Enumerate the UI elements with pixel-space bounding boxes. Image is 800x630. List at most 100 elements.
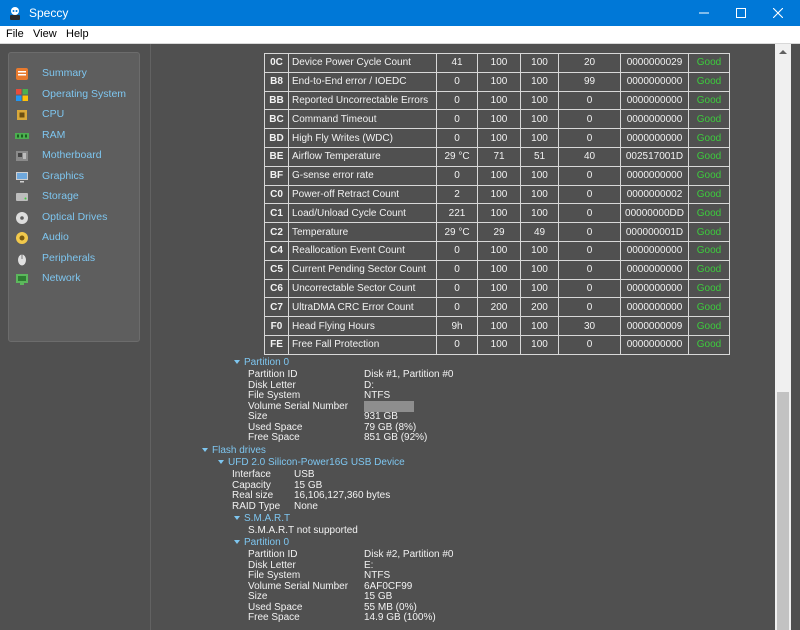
- maximize-button[interactable]: [723, 0, 760, 26]
- sidebar-item-optical-drives[interactable]: Optical Drives: [15, 209, 135, 227]
- volume-serial-label: Volume Serial Number: [248, 580, 349, 592]
- flash-drives-heading[interactable]: Flash drives: [202, 445, 266, 456]
- table-row: C6 Uncorrectable Sector Count 0 100 100 0 0000…: [264, 278, 730, 299]
- smart-worst-value: 100: [477, 53, 521, 73]
- smart-attribute-id: C4: [264, 240, 289, 261]
- smart-attribute-id: C0: [264, 184, 289, 205]
- table-row: C7 UltraDMA CRC Error Count 0 200 200 0 000000…: [264, 297, 730, 318]
- minimize-button[interactable]: [686, 0, 723, 26]
- smart-status: Good: [688, 109, 730, 130]
- table-row: BC Command Timeout 0 100 100 0 0000000000 Good: [264, 109, 730, 130]
- sidebar-item-cpu[interactable]: CPU: [15, 106, 135, 124]
- smart-low-value: 0: [558, 203, 621, 224]
- sidebar-item-label: Peripherals: [42, 251, 96, 264]
- smart-raw-value: 0000000000: [620, 90, 689, 111]
- smart-current-value: 0: [436, 90, 478, 111]
- smart-raw-value: 002517001D: [620, 146, 689, 167]
- smart-low-value: 0: [558, 165, 621, 186]
- expand-arrow-icon: [234, 516, 240, 521]
- free-space-value: 14.9 GB (100%): [364, 612, 436, 623]
- smart-low-value: 0: [558, 184, 621, 205]
- size-value: 931 GB: [364, 411, 398, 422]
- smart-status: Good: [688, 90, 730, 111]
- smart-heading[interactable]: S.M.A.R.T: [234, 513, 290, 524]
- smart-raw-value: 0000000000: [620, 128, 689, 148]
- sidebar-item-operating-system[interactable]: Operating System: [15, 86, 135, 104]
- sidebar-item-graphics[interactable]: Graphics: [15, 168, 135, 186]
- smart-threshold-value: 200: [520, 297, 559, 318]
- smart-attribute-id: BD: [264, 128, 289, 148]
- smart-raw-value: 0000000000: [620, 278, 689, 299]
- smart-status: Good: [688, 165, 730, 186]
- sidebar-item-summary[interactable]: Summary: [15, 65, 135, 83]
- smart-worst-value: 100: [477, 165, 521, 186]
- speccy-app-icon: [10, 7, 20, 20]
- smart-attribute-id: FE: [264, 334, 289, 355]
- disk-letter-value: D:: [364, 379, 374, 391]
- sidebar-item-motherboard[interactable]: Motherboard: [15, 147, 135, 165]
- smart-low-value: 0: [558, 278, 621, 299]
- sidebar-item-label: Audio: [42, 231, 69, 243]
- smart-attribute-id: B8: [264, 71, 289, 92]
- smart-attribute-name: Temperature: [288, 222, 437, 242]
- menu-view[interactable]: View: [33, 28, 57, 40]
- real-size-value: 16,106,127,360 bytes: [294, 490, 391, 501]
- smart-threshold-value: 100: [520, 278, 559, 299]
- smart-raw-value: 0000000000: [620, 165, 689, 186]
- smart-status: Good: [688, 184, 730, 205]
- free-space-value: 851 GB (92%): [364, 432, 428, 443]
- flash-device-heading[interactable]: UFD 2.0 Silicon-Power16G USB Device: [218, 457, 405, 468]
- smart-worst-value: 71: [477, 146, 521, 167]
- smart-threshold-value: 100: [520, 109, 559, 130]
- smart-not-supported: S.M.A.R.T not supported: [248, 525, 358, 536]
- summary-icon: [16, 68, 28, 80]
- smart-current-value: 0: [436, 240, 478, 261]
- partition-id-value: Disk #1, Partition #0: [364, 369, 454, 380]
- sidebar-item-audio[interactable]: Audio: [15, 229, 135, 247]
- smart-attribute-id: C5: [264, 259, 289, 280]
- smart-attribute-id: C2: [264, 222, 289, 242]
- scroll-up-button[interactable]: [775, 44, 791, 60]
- menu-help[interactable]: Help: [66, 28, 89, 40]
- audio-icon: [16, 232, 28, 244]
- smart-low-value: 30: [558, 316, 621, 336]
- smart-attribute-id: BB: [264, 90, 289, 111]
- disk-letter-label: Disk Letter: [248, 379, 296, 391]
- used-space-label: Used Space: [248, 421, 303, 433]
- smart-current-value: 0: [436, 71, 478, 92]
- close-button[interactable]: [760, 0, 797, 26]
- smart-current-value: 0: [436, 259, 478, 280]
- scrollbar-thumb[interactable]: [777, 392, 789, 630]
- sidebar-item-peripherals[interactable]: Peripherals: [15, 250, 135, 268]
- file-system-value: NTFS: [364, 570, 391, 581]
- partition-heading[interactable]: Partition 0: [234, 537, 289, 548]
- smart-worst-value: 200: [477, 297, 521, 318]
- window-edge: [791, 44, 800, 630]
- smart-threshold-value: 100: [520, 240, 559, 261]
- partition-heading[interactable]: Partition 0: [234, 357, 289, 368]
- menu-bar: File View Help: [0, 26, 800, 44]
- sidebar-item-ram[interactable]: RAM: [15, 127, 135, 145]
- free-space-label: Free Space: [248, 612, 300, 623]
- table-row: F0 Head Flying Hours 9h 100 100 30 0000000009 G…: [264, 316, 730, 336]
- vertical-scrollbar[interactable]: [775, 44, 791, 630]
- smart-attribute-name: Current Pending Sector Count: [288, 259, 437, 280]
- smart-current-value: 2: [436, 184, 478, 205]
- cpu-icon: [17, 110, 27, 120]
- partition-id-value: Disk #2, Partition #0: [364, 549, 454, 560]
- smart-current-value: 9h: [436, 316, 478, 336]
- smart-current-value: 0: [436, 128, 478, 148]
- smart-status: Good: [688, 203, 730, 224]
- smart-attribute-id: BE: [264, 146, 289, 167]
- sidebar-item-storage[interactable]: Storage: [15, 188, 135, 206]
- smart-worst-value: 100: [477, 203, 521, 224]
- smart-attribute-id: 0C: [264, 53, 289, 73]
- smart-status: Good: [688, 240, 730, 261]
- smart-low-value: 99: [558, 71, 621, 92]
- sidebar-item-network[interactable]: Network: [15, 270, 135, 288]
- size-label: Size: [248, 411, 268, 422]
- smart-raw-value: 0000000000: [620, 259, 689, 280]
- smart-raw-value: 0000000000: [620, 71, 689, 92]
- main-area: Summary Operating System CPU RAM Motherb…: [0, 44, 800, 630]
- menu-file[interactable]: File: [6, 28, 24, 40]
